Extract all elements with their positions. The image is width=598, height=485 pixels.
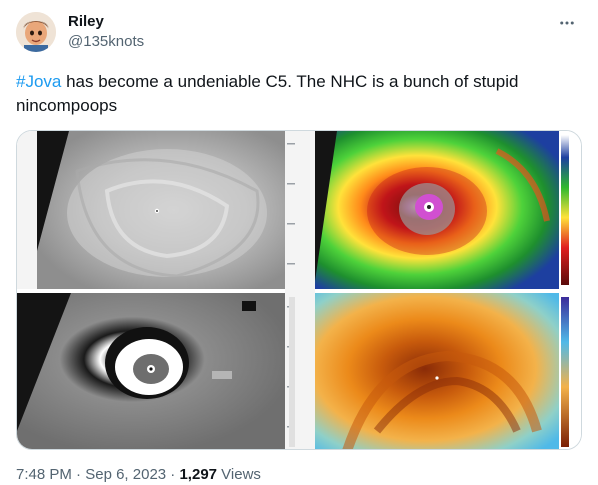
more-options-button[interactable]	[552, 12, 582, 34]
tweet-meta: 7:48 PM · Sep 6, 2023 · 1,297 Views	[16, 466, 261, 484]
tweet-text: #Jova has become a undeniable C5. The NH…	[16, 70, 582, 118]
more-horizontal-icon	[560, 21, 574, 25]
cartoon-avatar-icon	[16, 12, 56, 52]
tweet-body: has become a undeniable C5. The NHC is a…	[16, 72, 519, 115]
meta-separator-2: ·	[166, 466, 180, 483]
meta-separator: ·	[71, 466, 86, 483]
tweet-time[interactable]: 7:48 PM	[16, 466, 72, 483]
avatar[interactable]	[16, 12, 56, 52]
infrared-color-panel	[315, 131, 569, 289]
tweet-header: Riley @135knots	[16, 12, 582, 56]
display-name[interactable]: Riley	[68, 13, 104, 30]
satellite-imagery-collage	[17, 131, 581, 449]
tweet-media[interactable]	[16, 130, 582, 450]
hashtag-link[interactable]: #Jova	[16, 72, 61, 91]
visible-satellite-panel	[17, 131, 285, 289]
user-handle[interactable]: @135knots	[68, 33, 144, 50]
infrared-bw-enhanced-panel	[17, 293, 295, 449]
water-vapor-color-panel	[315, 293, 569, 449]
views-label: Views	[217, 466, 261, 483]
views-count: 1,297	[179, 466, 218, 483]
tweet-date[interactable]: Sep 6, 2023	[85, 466, 166, 483]
